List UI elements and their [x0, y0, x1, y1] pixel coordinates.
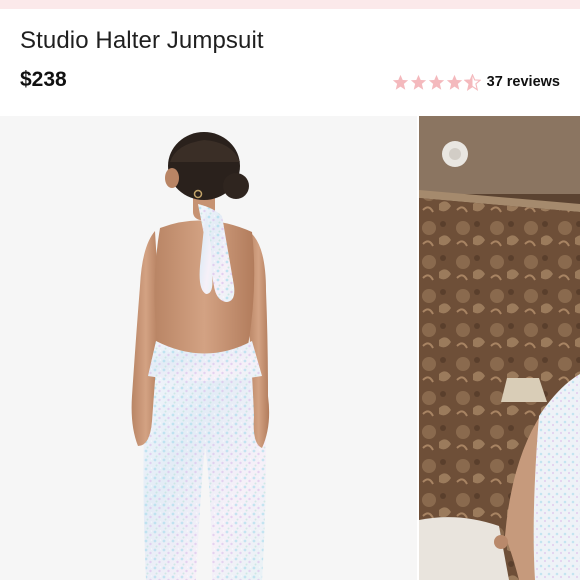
- star-icon: [410, 74, 426, 90]
- product-photo-lifestyle[interactable]: [419, 116, 580, 580]
- product-photo-back-view[interactable]: [0, 116, 417, 580]
- product-price: $238: [20, 68, 67, 91]
- reviews-link[interactable]: 37 reviews: [487, 74, 560, 90]
- star-icon: [428, 74, 444, 90]
- star-icon: [446, 74, 462, 90]
- top-banner-strip: [0, 0, 580, 9]
- product-page: Studio Halter Jumpsuit $238 37 reviews: [0, 0, 580, 580]
- model-back-illustration: [0, 116, 417, 580]
- lifestyle-illustration: [419, 116, 580, 580]
- star-rating: [392, 73, 481, 91]
- star-icon: [392, 74, 408, 90]
- rating-summary[interactable]: 37 reviews: [392, 70, 560, 94]
- product-gallery[interactable]: [0, 116, 580, 580]
- half-star-icon: [463, 73, 481, 91]
- product-title: Studio Halter Jumpsuit: [20, 27, 264, 54]
